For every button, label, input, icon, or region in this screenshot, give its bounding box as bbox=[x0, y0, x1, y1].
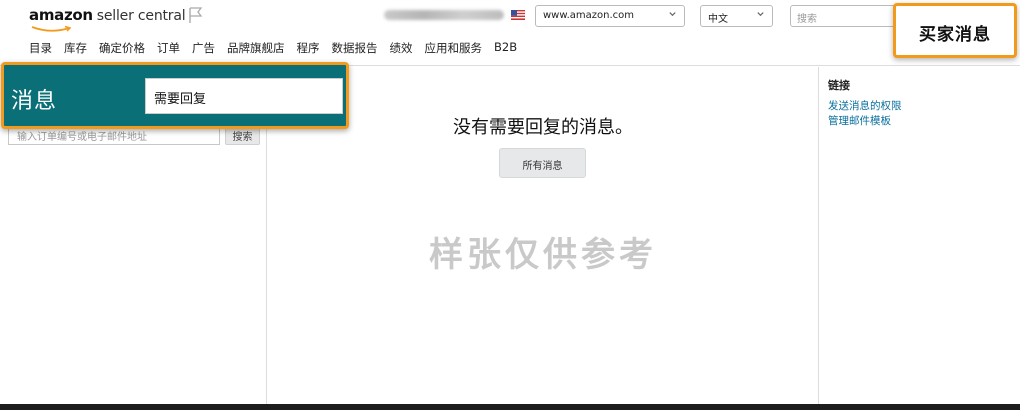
nav-item-pricing[interactable]: 确定价格 bbox=[99, 40, 145, 56]
chevron-down-icon bbox=[757, 12, 764, 17]
nav-item-catalog[interactable]: 目录 bbox=[29, 40, 52, 56]
amazon-smile-icon bbox=[31, 25, 72, 32]
language-value: 中文 bbox=[708, 14, 728, 25]
logo-text: seller central bbox=[96, 8, 186, 24]
us-flag-icon bbox=[511, 10, 525, 20]
flag-icon[interactable] bbox=[186, 6, 204, 24]
marketplace-value: www.amazon.com bbox=[543, 10, 635, 21]
nav-item-reports[interactable]: 数据报告 bbox=[332, 40, 378, 56]
header: amazon seller central www.amazon.com 中文 … bbox=[0, 0, 1020, 66]
logo-brand: amazon bbox=[29, 6, 93, 24]
main-nav: 目录 库存 确定价格 订单 广告 品牌旗舰店 程序 数据报告 绩效 应用和服务 … bbox=[29, 40, 529, 56]
nav-item-performance[interactable]: 绩效 bbox=[390, 40, 413, 56]
amazon-seller-central-logo[interactable]: amazon seller central bbox=[29, 6, 186, 32]
chevron-down-icon bbox=[669, 12, 676, 17]
main-content: 没有需要回复的消息。 所有消息 样张仅供参考 bbox=[268, 67, 818, 404]
all-messages-button[interactable]: 所有消息 bbox=[499, 148, 586, 178]
account-name-blurred bbox=[384, 10, 504, 20]
links-heading: 链接 bbox=[828, 79, 850, 92]
empty-state-text: 没有需要回复的消息。 bbox=[453, 117, 633, 138]
nav-item-stores[interactable]: 品牌旗舰店 bbox=[227, 40, 285, 56]
marketplace-select[interactable]: www.amazon.com bbox=[535, 5, 685, 27]
sample-watermark: 样张仅供参考 bbox=[429, 235, 657, 275]
link-manage-templates[interactable]: 管理邮件模板 bbox=[828, 113, 891, 128]
nav-item-orders[interactable]: 订单 bbox=[157, 40, 180, 56]
language-select[interactable]: 中文 bbox=[700, 5, 773, 27]
nav-item-programs[interactable]: 程序 bbox=[297, 40, 320, 56]
seller-central-app: amazon seller central www.amazon.com 中文 … bbox=[0, 0, 1020, 404]
nav-item-apps-services[interactable]: 应用和服务 bbox=[425, 40, 483, 56]
messages-callout: 消息 需要回复 bbox=[1, 62, 349, 129]
link-message-permissions[interactable]: 发送消息的权限 bbox=[828, 98, 902, 113]
messages-title: 消息 bbox=[11, 89, 58, 114]
nav-item-inventory[interactable]: 库存 bbox=[64, 40, 87, 56]
message-filter-field[interactable]: 需要回复 bbox=[145, 78, 343, 114]
bottom-edge-bar bbox=[0, 404, 1020, 410]
buyer-messages-callout: 买家消息 bbox=[893, 3, 1017, 58]
nav-item-b2b[interactable]: B2B bbox=[494, 40, 517, 56]
right-column: 链接 发送消息的权限 管理邮件模板 bbox=[818, 67, 1020, 404]
nav-item-advertising[interactable]: 广告 bbox=[192, 40, 215, 56]
